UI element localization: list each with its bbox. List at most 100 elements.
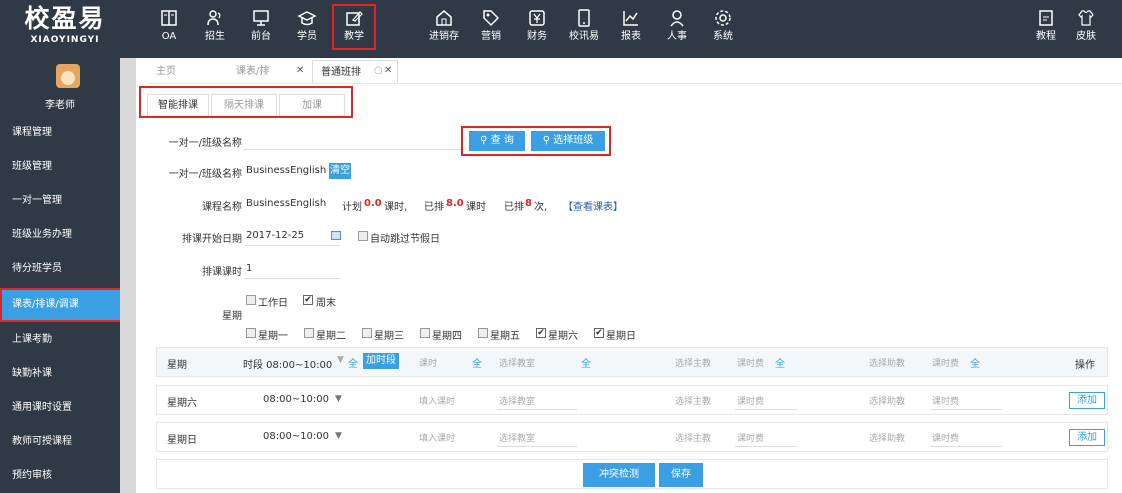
start-date-input[interactable] — [244, 226, 340, 246]
apply-all-fee[interactable]: 全 — [775, 355, 785, 370]
saturday-checkbox[interactable]: ✔ — [536, 328, 546, 338]
count-unit: 次, — [534, 202, 548, 213]
thursday-checkbox[interactable] — [420, 328, 430, 338]
assistant-header-input[interactable]: 选择助教 — [869, 356, 905, 369]
tab-home[interactable]: 主页 — [148, 60, 226, 83]
apply-all-room[interactable]: 全 — [581, 355, 591, 370]
sidebar-item-teacher-courses[interactable]: 教师可授课程 — [0, 425, 120, 459]
search-icon: ⚲ — [480, 135, 491, 146]
row-time[interactable]: 08:00~10:00 — [263, 431, 329, 442]
query-button[interactable]: ⚲ 查 询 — [469, 131, 525, 151]
hours-input[interactable] — [244, 259, 340, 279]
shirt-icon — [1078, 10, 1094, 26]
nav-students[interactable]: 学员 — [284, 0, 330, 58]
tab-alternate-day[interactable]: 隔天排课 — [211, 94, 277, 116]
chevron-down-icon[interactable]: ▼ — [335, 431, 342, 441]
chevron-down-icon[interactable]: ▼ — [337, 355, 344, 365]
add-period-button[interactable]: 加时段 — [363, 353, 399, 369]
hours-header-input[interactable]: 课时 — [419, 356, 437, 369]
tuesday-checkbox[interactable] — [304, 328, 314, 338]
nav-hr[interactable]: 人事 — [654, 0, 700, 58]
fee2-header-input[interactable]: 课时费 — [932, 356, 959, 369]
schedule-form: 一对一/班级名称 ⚲ 查 询 ⚲ 选择班级 一对一/班级名称 BusinessE… — [148, 118, 1122, 493]
workday-checkbox[interactable] — [246, 295, 256, 305]
count-prefix: 已排 — [504, 202, 524, 213]
view-schedule-link[interactable]: 【查看课表】 — [563, 198, 623, 213]
conflict-check-button[interactable]: 冲突检测 — [583, 463, 655, 487]
nav-marketing[interactable]: 营销 — [468, 0, 514, 58]
chevron-down-icon[interactable]: ▼ — [335, 394, 342, 404]
apply-all-fee2[interactable]: 全 — [970, 355, 980, 370]
teacher-header-input[interactable]: 选择主教 — [675, 356, 711, 369]
nav-messenger[interactable]: 校讯易 — [560, 0, 608, 58]
sidebar-item-hour-settings[interactable]: 通用课时设置 — [0, 391, 120, 425]
nav-label: 皮肤 — [1076, 31, 1096, 42]
nav-label: 招生 — [205, 31, 225, 42]
avatar[interactable] — [56, 64, 80, 88]
sidebar-item-class-mgmt[interactable]: 班级管理 — [0, 150, 120, 184]
nav-teaching[interactable]: 教学 — [332, 4, 376, 50]
nav-inventory[interactable]: 进销存 — [420, 0, 468, 58]
sidebar-item-course-mgmt[interactable]: 课程管理 — [0, 116, 120, 150]
nav-label: 校讯易 — [569, 31, 599, 42]
add-row-button[interactable]: 添加 — [1069, 429, 1105, 446]
sunday-checkbox[interactable]: ✔ — [594, 328, 604, 338]
monday-label: 星期一 — [258, 331, 288, 342]
sidebar-item-class-business[interactable]: 班级业务办理 — [0, 218, 120, 252]
refresh-icon[interactable]: ○ — [374, 65, 383, 76]
sidebar-item-unassigned[interactable]: 待分班学员 — [0, 252, 120, 286]
select-class-button[interactable]: ⚲ 选择班级 — [531, 131, 605, 151]
start-date-label: 排课开始日期 — [182, 234, 242, 245]
add-row-button[interactable]: 添加 — [1069, 392, 1105, 409]
sidebar-item-schedule[interactable]: 课表/排课/调课 — [0, 288, 136, 322]
tuesday-label: 星期二 — [316, 331, 346, 342]
nav-recruit[interactable]: 招生 — [192, 0, 238, 58]
close-icon[interactable]: ✕ — [296, 65, 304, 76]
skip-holidays-checkbox[interactable] — [358, 231, 368, 241]
save-button[interactable]: 保存 — [659, 463, 703, 487]
tab-label: 普通班排 — [321, 67, 361, 78]
class-name-input[interactable] — [244, 130, 464, 150]
sidebar: 李老师 课程管理 班级管理 一对一管理 班级业务办理 待分班学员 课表/排课/调… — [0, 58, 136, 493]
row-teacher-input[interactable]: 选择主教 — [675, 394, 711, 407]
nav-reports[interactable]: 报表 — [608, 0, 654, 58]
row-hours-input[interactable]: 填入课时 — [419, 431, 455, 444]
calendar-icon[interactable] — [331, 231, 341, 240]
nav-system[interactable]: 系统 — [700, 0, 746, 58]
person-icon — [670, 10, 684, 27]
sidebar-item-makeup[interactable]: 缺勤补课 — [0, 357, 120, 391]
tab-add-lesson[interactable]: 加课 — [279, 94, 345, 116]
row-assistant-input[interactable]: 选择助教 — [869, 394, 905, 407]
col-period[interactable]: 时段 08:00~10:00 — [243, 356, 332, 371]
room-header-input[interactable]: 选择教室 — [499, 356, 535, 369]
scheduled-hours: 8.0 — [446, 198, 464, 209]
clear-button[interactable]: 清空 — [329, 163, 351, 179]
apply-all-period[interactable]: 全 — [348, 355, 358, 370]
monday-checkbox[interactable] — [246, 328, 256, 338]
nav-label: 教程 — [1036, 31, 1056, 42]
gear-icon — [715, 10, 731, 26]
fee-header-input[interactable]: 课时费 — [737, 356, 764, 369]
row-time[interactable]: 08:00~10:00 — [263, 394, 329, 405]
nav-oa[interactable]: OA — [146, 0, 192, 58]
row-teacher-input[interactable]: 选择主教 — [675, 431, 711, 444]
sidebar-item-one-on-one[interactable]: 一对一管理 — [0, 184, 120, 218]
close-icon[interactable]: ✕ — [384, 65, 392, 76]
sunday-label: 星期日 — [606, 331, 636, 342]
nav-tutorial[interactable]: 教程 — [1026, 0, 1066, 58]
nav-skin[interactable]: 皮肤 — [1066, 0, 1106, 58]
sidebar-item-attendance[interactable]: 上课考勤 — [0, 323, 120, 357]
wednesday-checkbox[interactable] — [362, 328, 372, 338]
apply-all-hours[interactable]: 全 — [472, 355, 482, 370]
row-hours-input[interactable]: 填入课时 — [419, 394, 455, 407]
tab-smart-schedule[interactable]: 智能排课 — [147, 94, 209, 116]
row-fee-underline — [735, 394, 797, 410]
friday-label: 星期五 — [490, 331, 520, 342]
row-assistant-input[interactable]: 选择助教 — [869, 431, 905, 444]
friday-checkbox[interactable] — [478, 328, 488, 338]
nav-front-desk[interactable]: 前台 — [238, 0, 284, 58]
weekend-checkbox[interactable]: ✔ — [303, 295, 313, 305]
nav-finance[interactable]: 财务 — [514, 0, 560, 58]
sidebar-item-booking-review[interactable]: 预约审核 — [0, 459, 120, 493]
people-icon — [207, 10, 221, 26]
